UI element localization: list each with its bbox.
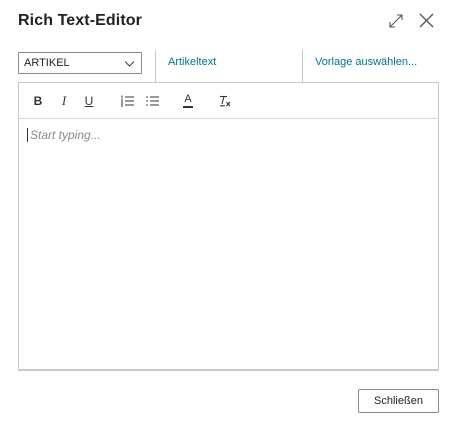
- close-button[interactable]: Schließen: [358, 389, 439, 413]
- select-template-link[interactable]: Vorlage auswählen...: [315, 56, 417, 68]
- text-caret: [27, 128, 28, 142]
- editor-area: B I U A Start typing...: [18, 82, 439, 370]
- type-select[interactable]: ARTIKEL: [18, 52, 142, 74]
- type-select-value: ARTIKEL: [24, 57, 70, 69]
- chevron-down-icon: [124, 59, 135, 67]
- font-color-button[interactable]: A: [179, 92, 197, 110]
- rich-text-editor-dialog: Rich Text-Editor ARTIKEL Artikeltext Vor…: [0, 0, 457, 431]
- bulleted-list-button[interactable]: [143, 92, 161, 110]
- bold-icon: B: [33, 94, 43, 108]
- close-icon[interactable]: [418, 12, 435, 29]
- expand-icon[interactable]: [388, 13, 404, 29]
- font-color-bar: [183, 106, 193, 108]
- article-text-link[interactable]: Artikeltext: [168, 56, 216, 68]
- separator: [155, 50, 156, 82]
- numbered-list-button[interactable]: [118, 92, 136, 110]
- format-toolbar: B I U A: [19, 83, 438, 119]
- dialog-title: Rich Text-Editor: [18, 12, 142, 29]
- font-color-icon: A: [183, 94, 193, 108]
- bulleted-list-icon: [145, 95, 159, 107]
- divider: [18, 370, 439, 371]
- font-color-glyph: A: [184, 93, 192, 106]
- editor-placeholder: Start typing...: [30, 128, 101, 142]
- editor-content[interactable]: Start typing...: [27, 128, 101, 142]
- clear-format-button[interactable]: [216, 92, 234, 110]
- numbered-list-icon: [120, 95, 134, 107]
- bold-button[interactable]: B: [29, 92, 47, 110]
- clear-format-icon: [219, 95, 231, 107]
- separator: [302, 50, 303, 82]
- italic-icon: I: [61, 93, 67, 108]
- underline-button[interactable]: U: [80, 92, 98, 110]
- underline-icon: U: [84, 94, 94, 108]
- italic-button[interactable]: I: [55, 92, 73, 110]
